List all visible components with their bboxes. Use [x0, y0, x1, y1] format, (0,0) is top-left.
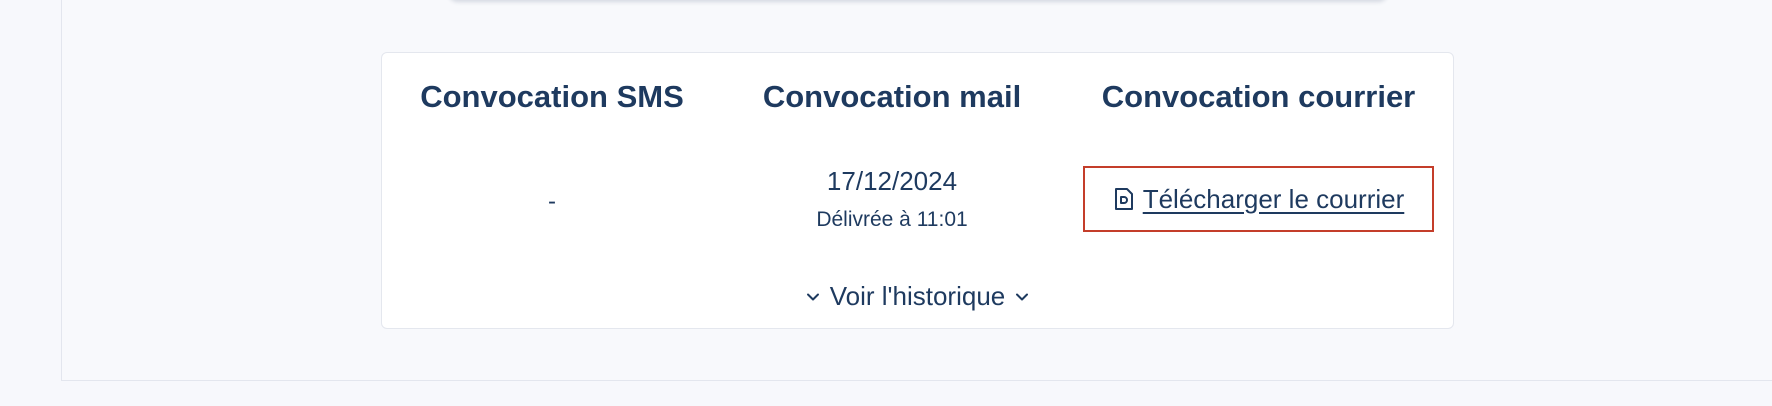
mail-title: Convocation mail [762, 79, 1022, 114]
mail-date: 17/12/2024 [826, 166, 958, 196]
chevron-down-icon [1015, 290, 1029, 304]
sms-title: Convocation SMS [420, 79, 684, 114]
download-courrier-link[interactable]: Télécharger le courrier [1083, 166, 1434, 232]
history-label: Voir l'historique [829, 281, 1006, 311]
mail-status: Délivrée à 11:01 [816, 208, 968, 231]
document-icon [1113, 187, 1135, 211]
convocation-card: Convocation SMS - Convocation mail 17/12… [381, 52, 1454, 329]
chevron-down-icon [806, 290, 820, 304]
download-courrier-label: Télécharger le courrier [1142, 183, 1405, 214]
courrier-title: Convocation courrier [1101, 79, 1416, 114]
history-toggle[interactable]: Voir l'historique [382, 281, 1453, 312]
sms-value: - [548, 188, 556, 215]
